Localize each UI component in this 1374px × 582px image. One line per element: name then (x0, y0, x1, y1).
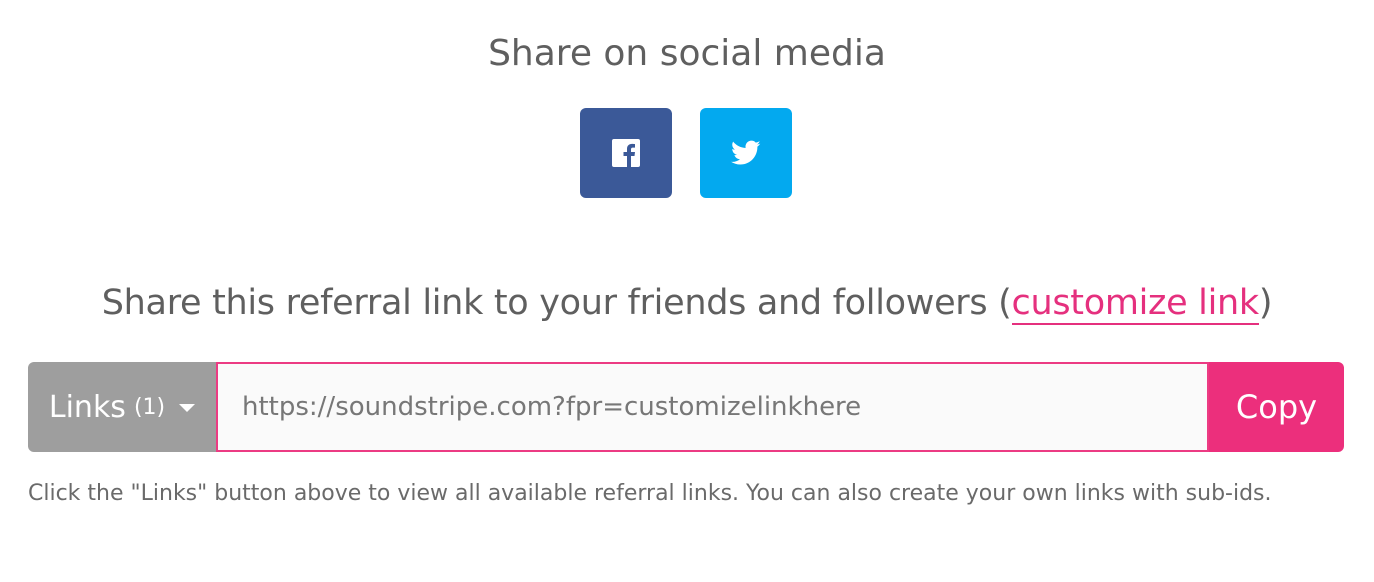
links-label: Links (48, 389, 126, 425)
customize-link[interactable]: customize link (1011, 283, 1259, 325)
facebook-share-button[interactable] (580, 108, 672, 198)
social-buttons-row (580, 108, 792, 198)
referral-title-suffix: ) (1258, 283, 1273, 323)
social-share-title: Share on social media (488, 33, 886, 74)
referral-title: Share this referral link to your friends… (0, 278, 1374, 328)
copy-button[interactable]: Copy (1209, 362, 1344, 452)
referral-share-panel: Share on social media Share this referra… (0, 0, 1374, 582)
links-help-text: Click the "Links" button above to view a… (28, 481, 1272, 506)
facebook-icon (612, 139, 640, 167)
referral-url-input[interactable] (216, 362, 1209, 452)
twitter-share-button[interactable] (700, 108, 792, 198)
referral-title-prefix: Share this referral link to your friends… (101, 283, 1012, 323)
twitter-icon (731, 140, 761, 166)
links-count: (1) (133, 394, 166, 420)
links-dropdown-button[interactable]: Links (1) (28, 362, 216, 452)
chevron-down-icon (179, 404, 196, 412)
referral-link-bar: Links (1) Copy (28, 362, 1344, 452)
